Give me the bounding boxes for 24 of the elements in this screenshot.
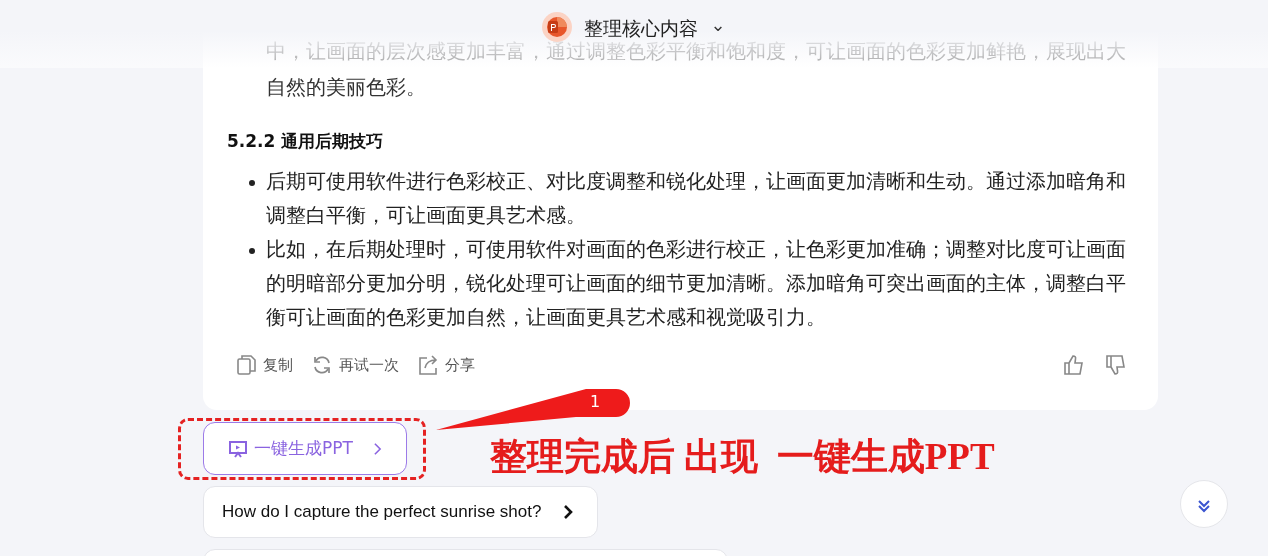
scroll-down-button[interactable] bbox=[1180, 480, 1228, 528]
conversation-title[interactable]: 整理核心内容 bbox=[584, 12, 699, 44]
suggestion-chip[interactable]: How do I capture the perfect sunrise shot? bbox=[203, 486, 599, 538]
copy-button[interactable]: 复制 bbox=[235, 354, 293, 376]
dropdown-chevron[interactable]: ⌄ bbox=[710, 12, 726, 38]
thumbs-up-icon[interactable] bbox=[1062, 353, 1086, 377]
chevron-right-icon bbox=[372, 441, 382, 456]
refresh-icon bbox=[311, 354, 333, 376]
share-button[interactable]: 分享 bbox=[417, 354, 475, 376]
bullet-item: 比如，在后期处理时，可使用软件对画面的色彩进行校正，让色彩更加准确；调整对比度可让画面的明暗部分更加分明，锐化处理可让画面的细节更加清晰。添加暗角可突出画面的主体，调整白平衡可让画面的色彩更加自然，让画面更具艺术感和视觉吸引力。 bbox=[266, 237, 1127, 331]
bullet-icon bbox=[249, 248, 255, 254]
retry-button[interactable]: 再试一次 bbox=[311, 354, 399, 376]
section-heading: 5.2.2 通用后期技巧 bbox=[227, 130, 385, 153]
presentation-icon bbox=[228, 438, 248, 459]
share-icon bbox=[417, 354, 439, 376]
bullet-icon bbox=[249, 180, 255, 186]
copy-icon bbox=[235, 354, 257, 376]
annotation-text: 整理完成后 出现 一键生成PPT bbox=[490, 435, 995, 479]
bullet-item: 后期可使用软件进行色彩校正、对比度调整和锐化处理，让画面更加清晰和生动。通过添加暗角和调整白平衡，可让画面更具艺术感。 bbox=[266, 169, 1127, 229]
thumbs-down-icon[interactable] bbox=[1104, 353, 1128, 377]
chevron-right-icon bbox=[563, 504, 574, 520]
generate-ppt-button[interactable]: 一键生成PPT bbox=[203, 422, 407, 475]
presentation-app-icon bbox=[542, 12, 573, 42]
step-number: 1 bbox=[590, 392, 601, 411]
